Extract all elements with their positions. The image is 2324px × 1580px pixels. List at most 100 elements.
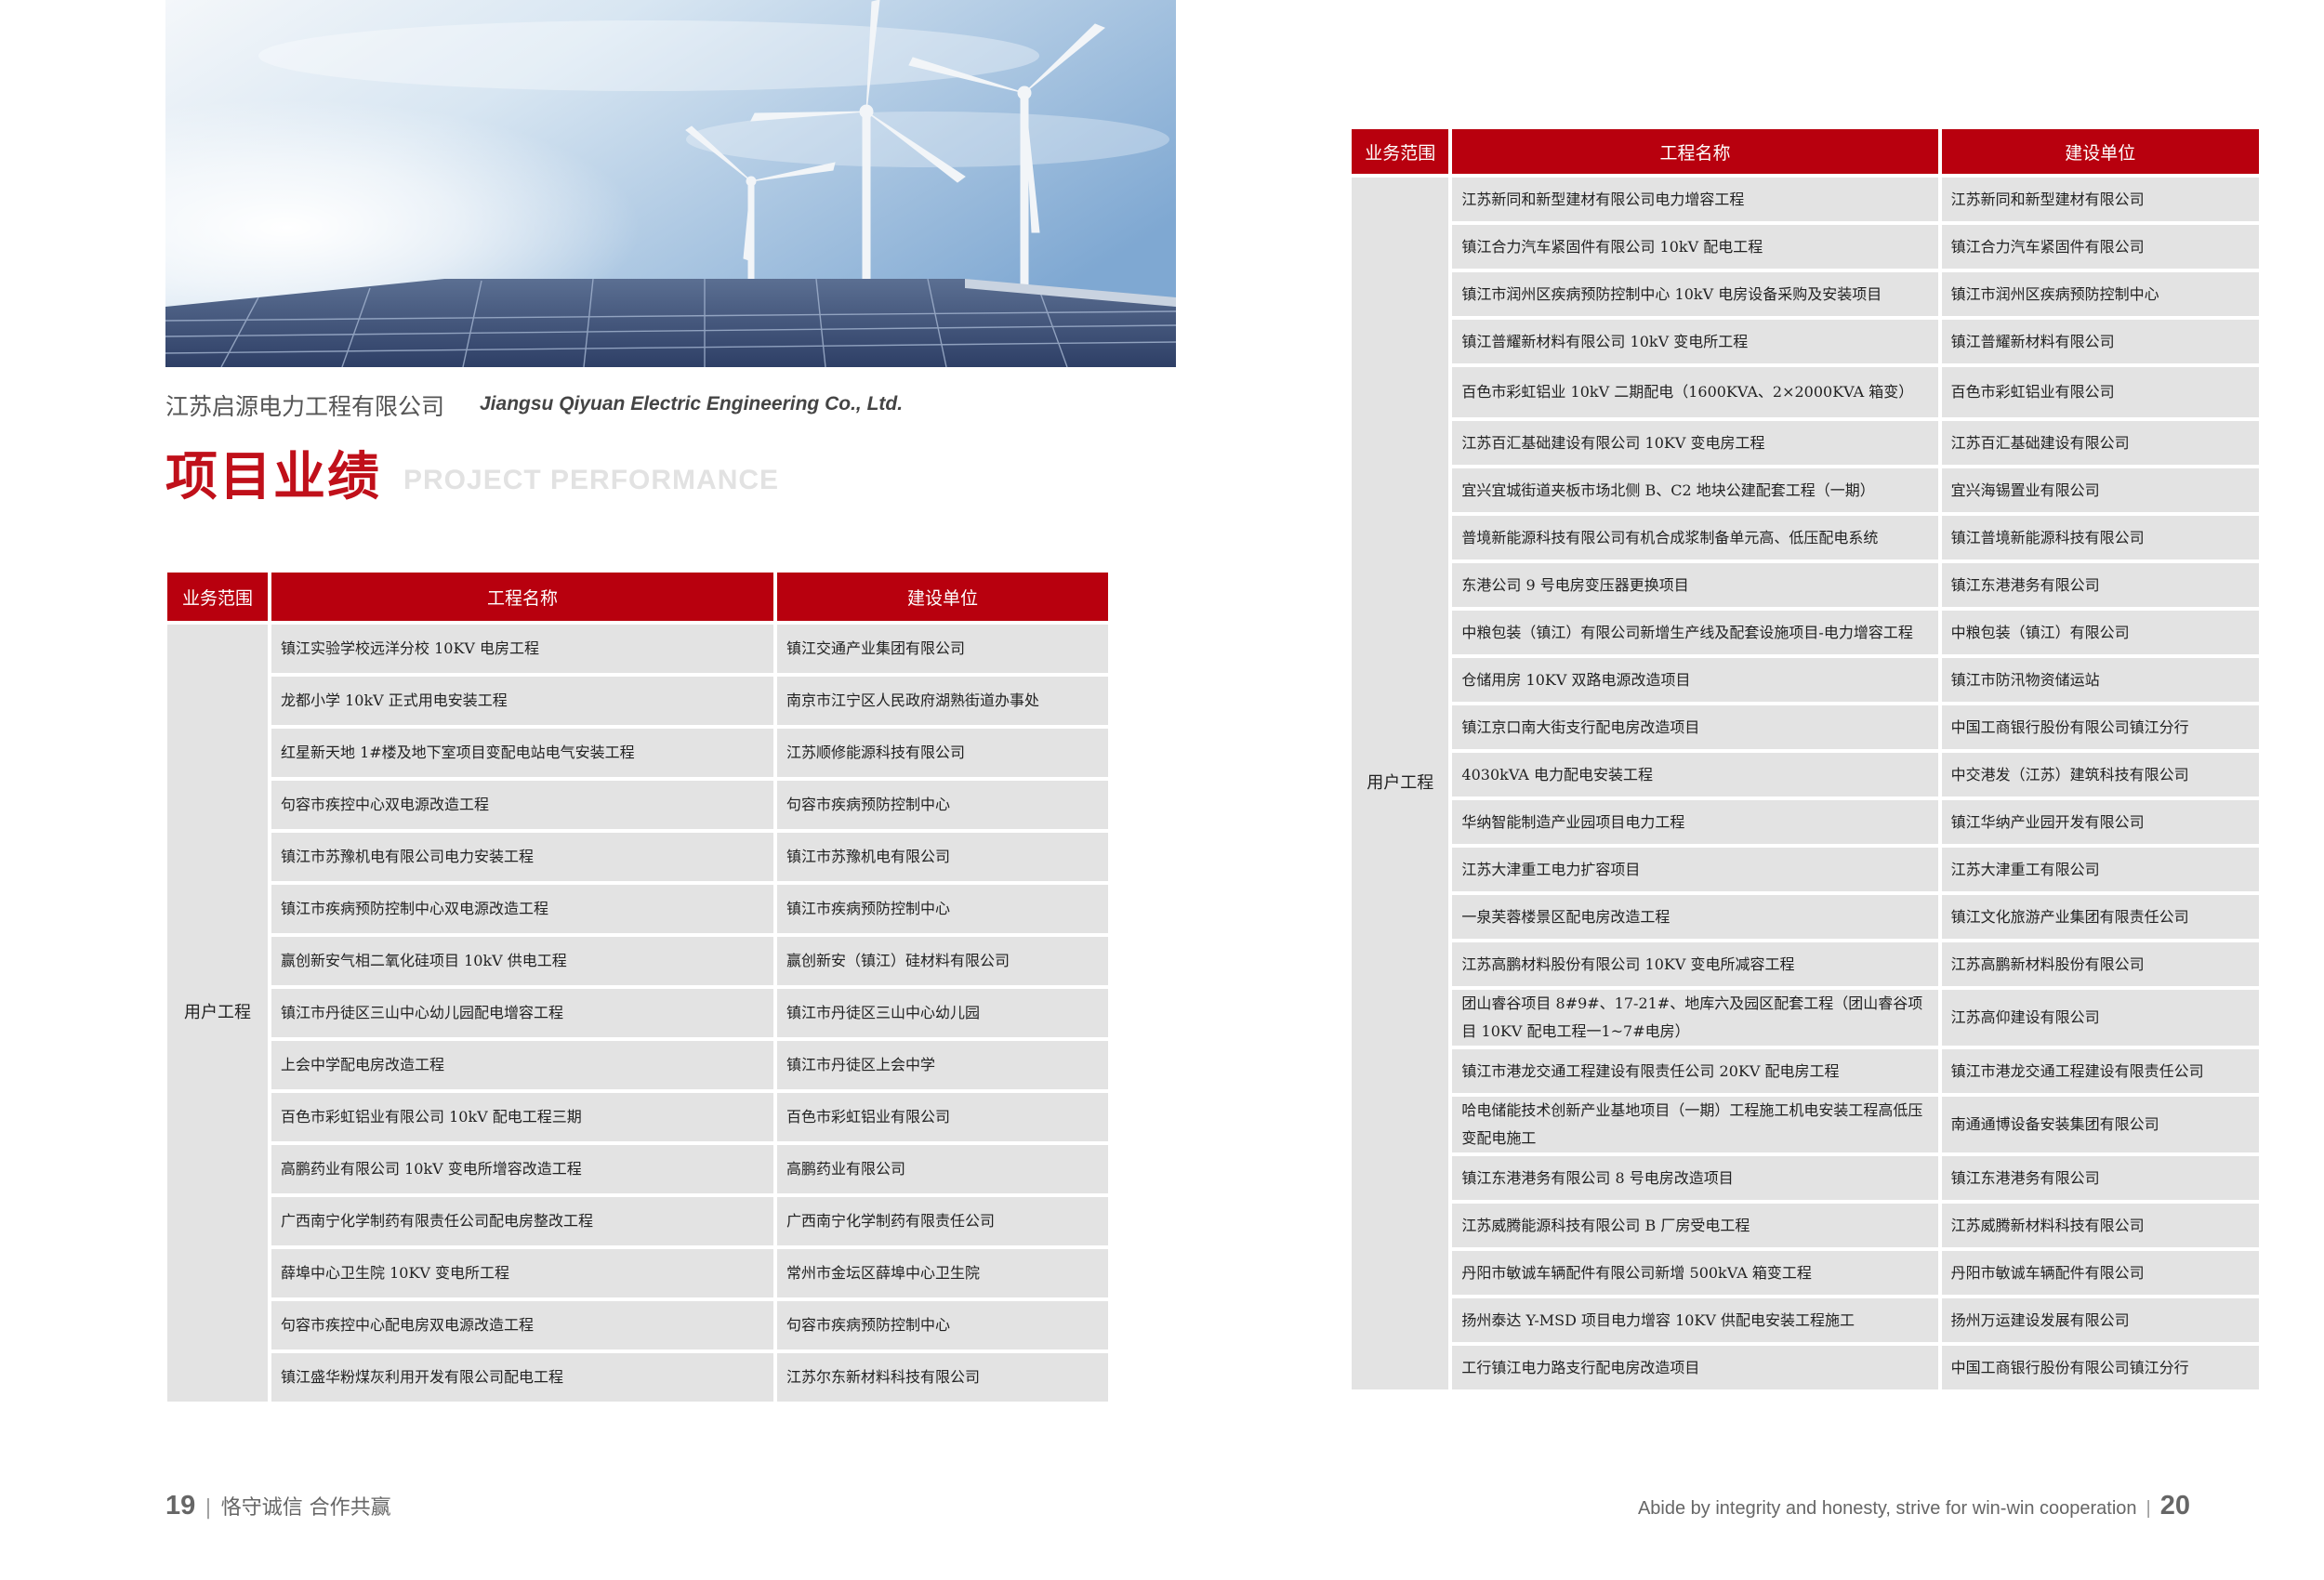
client-cell: 镇江市丹徒区三山中心幼儿园	[777, 989, 1108, 1037]
company-name-cn: 江苏启源电力工程有限公司	[165, 393, 445, 420]
client-cell: 镇江普耀新材料有限公司	[1941, 320, 2259, 363]
table-row: 镇江市苏豫机电有限公司电力安装工程 镇江市苏豫机电有限公司	[167, 833, 1108, 881]
client-cell: 句容市疾病预防控制中心	[777, 781, 1108, 829]
page-number-right: 20	[2159, 1491, 2190, 1521]
table-row: 广西南宁化学制药有限责任公司配电房整改工程 广西南宁化学制药有限责任公司	[167, 1197, 1108, 1245]
header-scope: 业务范围	[167, 573, 268, 621]
header-project: 工程名称	[1452, 129, 1938, 174]
table-row: 团山睿谷项目 8#9#、17-21#、地库六及园区配套工程（团山睿谷项目 10K…	[1352, 990, 2259, 1046]
header-client: 建设单位	[1941, 129, 2259, 174]
table-row: 江苏威腾能源科技有限公司 B 厂房受电工程 江苏威腾新材料科技有限公司	[1352, 1204, 2259, 1247]
company-name-en: Jiangsu Qiyuan Electric Engineering Co.,…	[480, 393, 904, 415]
client-cell: 赢创新安（镇江）硅材料有限公司	[777, 937, 1108, 985]
footer-slogan-en: Abide by integrity and honesty, strive f…	[1637, 1498, 2137, 1519]
project-name-cell: 镇江东港港务有限公司 8 号电房改造项目	[1452, 1156, 1938, 1200]
table-row: 江苏高鹏材料股份有限公司 10KV 变电所减容工程 江苏高鹏新材料股份有限公司	[1352, 942, 2259, 986]
table-row: 中粮包装（镇江）有限公司新增生产线及配套设施项目-电力增容工程 中粮包装（镇江）有…	[1352, 611, 2259, 654]
client-cell: 江苏尔东新材料科技有限公司	[777, 1353, 1108, 1402]
client-cell: 镇江市润州区疾病预防控制中心	[1941, 272, 2259, 316]
table-row: 镇江市丹徒区三山中心幼儿园配电增容工程 镇江市丹徒区三山中心幼儿园	[167, 989, 1108, 1037]
table-row: 仓储用房 10KV 双路电源改造项目 镇江市防汛物资储运站	[1352, 658, 2259, 702]
table-row: 工行镇江电力路支行配电房改造项目 中国工商银行股份有限公司镇江分行	[1352, 1346, 2259, 1389]
project-name-cell: 上会中学配电房改造工程	[271, 1041, 773, 1089]
client-cell: 镇江市疾病预防控制中心	[777, 885, 1108, 933]
project-name-cell: 仓储用房 10KV 双路电源改造项目	[1452, 658, 1938, 702]
header-scope: 业务范围	[1352, 129, 1449, 174]
table-row: 上会中学配电房改造工程 镇江市丹徒区上会中学	[167, 1041, 1108, 1089]
project-name-cell: 一泉芙蓉楼景区配电房改造工程	[1452, 895, 1938, 939]
project-name-cell: 镇江实验学校远洋分校 10KV 电房工程	[271, 625, 773, 673]
page-number-left: 19	[165, 1491, 196, 1521]
project-name-cell: 百色市彩虹铝业 10kV 二期配电（1600KVA、2×2000KVA 箱变）	[1452, 367, 1938, 417]
project-name-cell: 镇江合力汽车紧固件有限公司 10kV 配电工程	[1452, 225, 1938, 269]
project-name-cell: 薛埠中心卫生院 10KV 变电所工程	[271, 1249, 773, 1297]
project-name-cell: 百色市彩虹铝业有限公司 10kV 配电工程三期	[271, 1093, 773, 1141]
scope-cell: 用户工程	[167, 625, 268, 1402]
project-name-cell: 红星新天地 1#楼及地下室项目变配电站电气安装工程	[271, 729, 773, 777]
client-cell: 江苏顺修能源科技有限公司	[777, 729, 1108, 777]
project-name-cell: 丹阳市敏诚车辆配件有限公司新增 500kVA 箱变工程	[1452, 1251, 1938, 1295]
table-row: 高鹏药业有限公司 10kV 变电所增容改造工程 高鹏药业有限公司	[167, 1145, 1108, 1193]
table-row: 镇江普耀新材料有限公司 10kV 变电所工程 镇江普耀新材料有限公司	[1352, 320, 2259, 363]
table-row: 镇江合力汽车紧固件有限公司 10kV 配电工程 镇江合力汽车紧固件有限公司	[1352, 225, 2259, 269]
project-name-cell: 句容市疾控中心双电源改造工程	[271, 781, 773, 829]
project-name-cell: 广西南宁化学制药有限责任公司配电房整改工程	[271, 1197, 773, 1245]
client-cell: 百色市彩虹铝业有限公司	[1941, 367, 2259, 417]
client-cell: 中交港发（江苏）建筑科技有限公司	[1941, 753, 2259, 797]
table-row: 薛埠中心卫生院 10KV 变电所工程 常州市金坛区薛埠中心卫生院	[167, 1249, 1108, 1297]
table-row: 龙都小学 10kV 正式用电安装工程 南京市江宁区人民政府湖熟街道办事处	[167, 677, 1108, 725]
client-cell: 广西南宁化学制药有限责任公司	[777, 1197, 1108, 1245]
table-row: 江苏百汇基础建设有限公司 10KV 变电房工程 江苏百汇基础建设有限公司	[1352, 421, 2259, 465]
project-name-cell: 镇江市港龙交通工程建设有限责任公司 20KV 配电房工程	[1452, 1049, 1938, 1093]
project-name-cell: 哈电储能技术创新产业基地项目（一期）工程施工机电安装工程高低压变配电施工	[1452, 1097, 1938, 1152]
table-row: 普境新能源科技有限公司有机合成浆制备单元高、低压配电系统 镇江普境新能源科技有限公…	[1352, 516, 2259, 560]
table-row: 哈电储能技术创新产业基地项目（一期）工程施工机电安装工程高低压变配电施工 南通通博…	[1352, 1097, 2259, 1152]
client-cell: 高鹏药业有限公司	[777, 1145, 1108, 1193]
project-name-cell: 高鹏药业有限公司 10kV 变电所增容改造工程	[271, 1145, 773, 1193]
table-row: 句容市疾控中心配电房双电源改造工程 句容市疾病预防控制中心	[167, 1301, 1108, 1350]
project-name-cell: 龙都小学 10kV 正式用电安装工程	[271, 677, 773, 725]
client-cell: 镇江华纳产业园开发有限公司	[1941, 800, 2259, 844]
table-row: 镇江京口南大街支行配电房改造项目 中国工商银行股份有限公司镇江分行	[1352, 705, 2259, 749]
project-name-cell: 普境新能源科技有限公司有机合成浆制备单元高、低压配电系统	[1452, 516, 1938, 560]
project-name-cell: 句容市疾控中心配电房双电源改造工程	[271, 1301, 773, 1350]
project-name-cell: 团山睿谷项目 8#9#、17-21#、地库六及园区配套工程（团山睿谷项目 10K…	[1452, 990, 1938, 1046]
performance-table-right: 业务范围 工程名称 建设单位 用户工程 江苏新同和新型建材有限公司电力增容工程 江苏…	[1348, 125, 2263, 1393]
client-cell: 镇江市港龙交通工程建设有限责任公司	[1941, 1049, 2259, 1093]
project-name-cell: 镇江盛华粉煤灰利用开发有限公司配电工程	[271, 1353, 773, 1402]
client-cell: 镇江文化旅游产业集团有限责任公司	[1941, 895, 2259, 939]
client-cell: 江苏高鹏新材料股份有限公司	[1941, 942, 2259, 986]
project-name-cell: 江苏威腾能源科技有限公司 B 厂房受电工程	[1452, 1204, 1938, 1247]
client-cell: 镇江合力汽车紧固件有限公司	[1941, 225, 2259, 269]
table-row: 镇江市港龙交通工程建设有限责任公司 20KV 配电房工程 镇江市港龙交通工程建设有…	[1352, 1049, 2259, 1093]
project-name-cell: 赢创新安气相二氧化硅项目 10kV 供电工程	[271, 937, 773, 985]
project-name-cell: 中粮包装（镇江）有限公司新增生产线及配套设施项目-电力增容工程	[1452, 611, 1938, 654]
client-cell: 镇江市防汛物资储运站	[1941, 658, 2259, 702]
project-name-cell: 华纳智能制造产业园项目电力工程	[1452, 800, 1938, 844]
section-subtitle: PROJECT PERFORMANCE	[403, 465, 780, 495]
table-row: 百色市彩虹铝业 10kV 二期配电（1600KVA、2×2000KVA 箱变）百…	[1352, 367, 2259, 417]
table-row: 句容市疾控中心双电源改造工程 句容市疾病预防控制中心	[167, 781, 1108, 829]
client-cell: 丹阳市敏诚车辆配件有限公司	[1941, 1251, 2259, 1295]
project-name-cell: 宜兴宜城街道夹板市场北侧 B、C2 地块公建配套工程（一期）	[1452, 468, 1938, 512]
project-name-cell: 江苏百汇基础建设有限公司 10KV 变电房工程	[1452, 421, 1938, 465]
table-row: 百色市彩虹铝业有限公司 10kV 配电工程三期 百色市彩虹铝业有限公司	[167, 1093, 1108, 1141]
project-name-cell: 镇江市丹徒区三山中心幼儿园配电增容工程	[271, 989, 773, 1037]
client-cell: 江苏高仰建设有限公司	[1941, 990, 2259, 1046]
project-name-cell: 镇江市润州区疾病预防控制中心 10kV 电房设备采购及安装项目	[1452, 272, 1938, 316]
table-row: 镇江盛华粉煤灰利用开发有限公司配电工程 江苏尔东新材料科技有限公司	[167, 1353, 1108, 1402]
client-cell: 镇江交通产业集团有限公司	[777, 625, 1108, 673]
project-name-cell: 扬州泰达 Y-MSD 项目电力增容 10KV 供配电安装工程施工	[1452, 1298, 1938, 1342]
table-row: 扬州泰达 Y-MSD 项目电力增容 10KV 供配电安装工程施工 扬州万运建设发展…	[1352, 1298, 2259, 1342]
table-row: 宜兴宜城街道夹板市场北侧 B、C2 地块公建配套工程（一期） 宜兴海锡置业有限公司	[1352, 468, 2259, 512]
project-name-cell: 江苏大津重工电力扩容项目	[1452, 848, 1938, 891]
table-row: 丹阳市敏诚车辆配件有限公司新增 500kVA 箱变工程 丹阳市敏诚车辆配件有限公司	[1352, 1251, 2259, 1295]
table-row: 镇江东港港务有限公司 8 号电房改造项目 镇江东港港务有限公司	[1352, 1156, 2259, 1200]
footer-right: Abide by integrity and honesty, strive f…	[1637, 1491, 2190, 1521]
table-row: 镇江市疾病预防控制中心双电源改造工程 镇江市疾病预防控制中心	[167, 885, 1108, 933]
table-row: 镇江市润州区疾病预防控制中心 10kV 电房设备采购及安装项目 镇江市润州区疾病预…	[1352, 272, 2259, 316]
footer-slogan-cn: 恪守诚信 合作共赢	[220, 1496, 391, 1520]
performance-table-left: 业务范围 工程名称 建设单位 用户工程 镇江实验学校远洋分校 10KV 电房工程镇…	[164, 569, 1112, 1405]
table-row: 用户工程 镇江实验学校远洋分校 10KV 电房工程 镇江交通产业集团有限公司	[167, 625, 1108, 1402]
client-cell: 宜兴海锡置业有限公司	[1941, 468, 2259, 512]
